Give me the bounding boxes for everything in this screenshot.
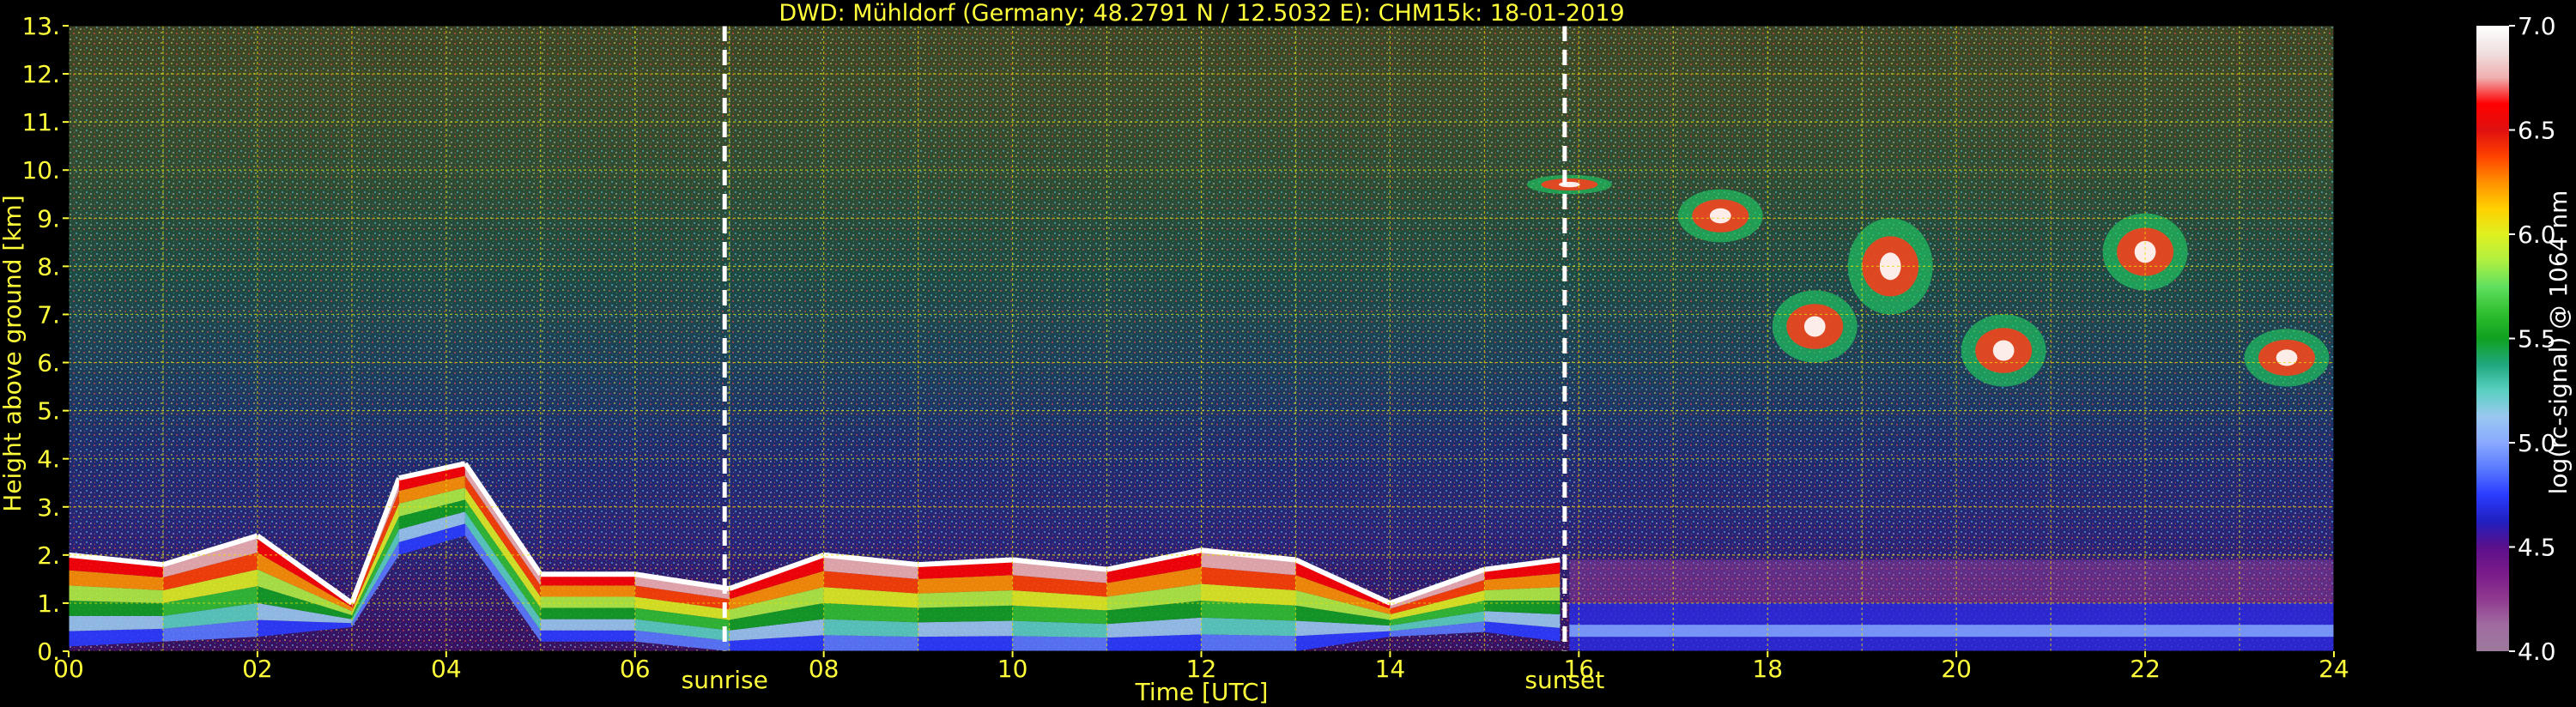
cirrus-cloud-peak	[1803, 316, 1826, 337]
low-layer-band	[918, 605, 1013, 623]
colorbar: 4.04.55.05.56.06.57.0 log(rc-signal) @ 1…	[2476, 12, 2573, 666]
x-tick-label: 00	[53, 655, 84, 683]
low-layer-band	[918, 636, 1013, 651]
night-boundary-layer-core	[1569, 625, 2334, 638]
x-axis-label: Time [UTC]	[1135, 678, 1269, 706]
x-tick-label: 22	[2130, 655, 2161, 683]
sunrise-label: sunrise	[682, 666, 768, 694]
y-tick-label: 2.	[37, 541, 60, 570]
x-tick-label: 18	[1752, 655, 1783, 683]
y-tick-label: 13.	[21, 12, 60, 40]
x-tick-label: 24	[2318, 655, 2349, 683]
low-layer-band	[918, 620, 1013, 638]
y-tick-label: 6.	[37, 349, 60, 378]
colorbar-scale	[2476, 26, 2509, 651]
y-tick-label: 1.	[37, 589, 60, 618]
low-layer-band	[823, 635, 918, 651]
colorbar-tick-label: 7.0	[2518, 12, 2556, 40]
cirrus-cloud-peak	[1709, 208, 1731, 224]
colorbar-label: log(rc-signal) @ 1064 nm	[2544, 190, 2573, 495]
cirrus-cloud-peak	[1558, 181, 1580, 188]
y-tick-label: 4.	[37, 445, 60, 474]
plot-area: sunrise sunset	[68, 25, 2335, 694]
chart-title: DWD: Mühldorf (Germany; 48.2791 N / 12.5…	[779, 0, 1624, 27]
colorbar-tick-label: 4.5	[2518, 534, 2556, 562]
y-axis-ticks: 0.1.2.3.4.5.6.7.8.9.10.11.12.13.	[21, 12, 69, 666]
y-axis-label: Height above ground [km]	[0, 195, 27, 512]
lidar-chart: DWD: Mühldorf (Germany; 48.2791 N / 12.5…	[0, 0, 2573, 706]
low-layer-band	[540, 630, 635, 642]
colorbar-tick-label: 4.0	[2518, 638, 2556, 666]
night-residual-layer	[1569, 559, 2334, 603]
y-tick-label: 5.	[37, 397, 60, 426]
x-tick-label: 14	[1375, 655, 1406, 683]
cirrus-cloud-peak	[2276, 349, 2298, 366]
x-tick-label: 20	[1941, 655, 1972, 683]
y-tick-label: 3.	[37, 493, 60, 522]
x-tick-label: 06	[620, 655, 651, 683]
x-tick-label: 16	[1564, 655, 1595, 683]
low-layer-band	[540, 619, 635, 631]
colorbar-tick-label: 6.5	[2518, 117, 2556, 145]
x-tick-label: 04	[431, 655, 462, 683]
y-tick-label: 9.	[37, 204, 60, 233]
low-layer-band	[69, 615, 163, 631]
x-tick-label: 02	[242, 655, 273, 683]
low-layer-band	[540, 607, 635, 619]
low-layer-band	[1012, 636, 1107, 651]
low-layer-band	[1201, 617, 1296, 637]
x-tick-label: 10	[997, 655, 1028, 683]
y-tick-label: 7.	[37, 300, 60, 329]
y-tick-label: 11.	[21, 108, 60, 136]
y-tick-label: 12.	[21, 60, 60, 88]
cirrus-cloud-peak	[1992, 340, 2015, 361]
low-layer-band	[1201, 634, 1296, 651]
y-tick-label: 8.	[37, 252, 60, 281]
low-layer-band	[540, 585, 635, 597]
y-tick-label: 10.	[21, 156, 60, 184]
x-tick-label: 08	[809, 655, 839, 683]
low-layer-band	[540, 596, 635, 608]
